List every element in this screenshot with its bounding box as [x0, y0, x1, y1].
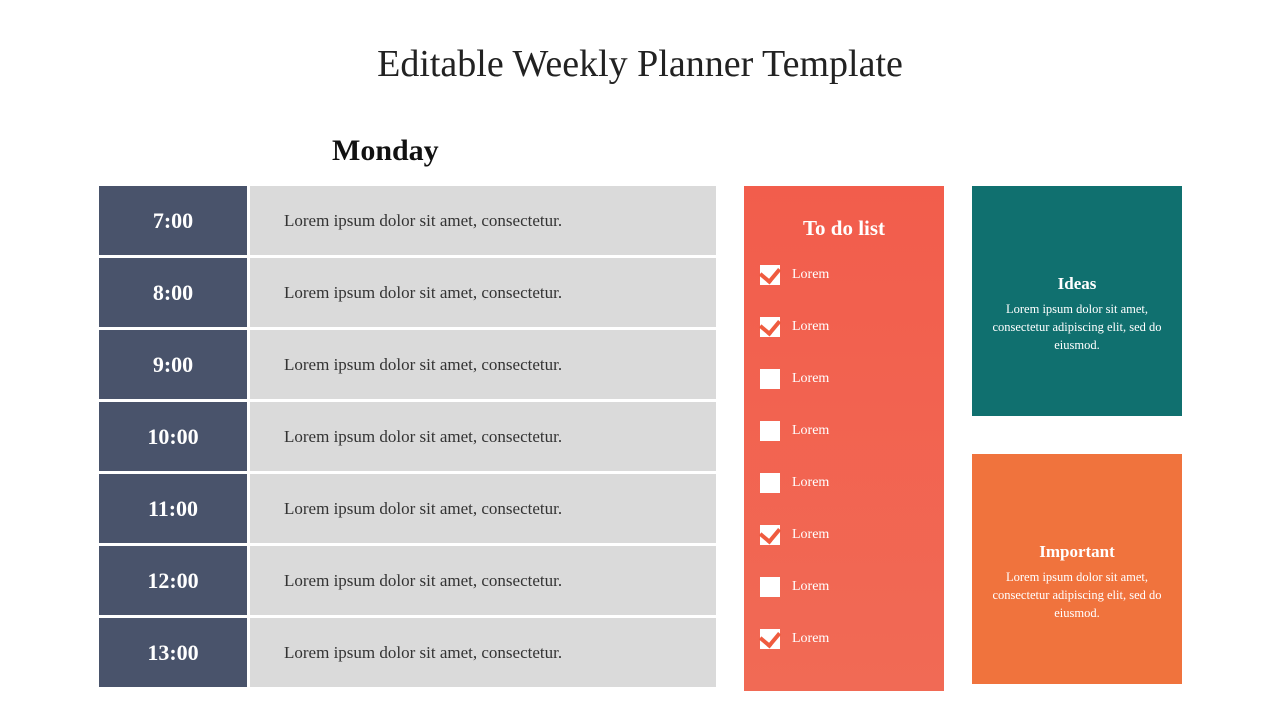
checkbox-icon[interactable] [760, 525, 780, 545]
todo-label: Lorem [792, 631, 829, 647]
checkbox-icon[interactable] [760, 473, 780, 493]
desc-cell[interactable]: Lorem ipsum dolor sit amet, consectetur. [250, 330, 716, 399]
desc-cell[interactable]: Lorem ipsum dolor sit amet, consectetur. [250, 618, 716, 687]
todo-label: Lorem [792, 267, 829, 283]
checkbox-icon[interactable] [760, 369, 780, 389]
time-cell[interactable]: 13:00 [99, 618, 247, 687]
todo-label: Lorem [792, 579, 829, 595]
todo-item: Lorem [760, 265, 928, 285]
schedule-table: 7:00Lorem ipsum dolor sit amet, consecte… [99, 186, 716, 691]
card-body: Lorem ipsum dolor sit amet, consectetur … [990, 300, 1164, 354]
card-title: Important [990, 542, 1164, 562]
todo-item: Lorem [760, 317, 928, 337]
important-card[interactable]: Important Lorem ipsum dolor sit amet, co… [972, 454, 1182, 684]
desc-cell[interactable]: Lorem ipsum dolor sit amet, consectetur. [250, 474, 716, 543]
todo-label: Lorem [792, 371, 829, 387]
time-cell[interactable]: 9:00 [99, 330, 247, 399]
time-cell[interactable]: 10:00 [99, 402, 247, 471]
content-area: 7:00Lorem ipsum dolor sit amet, consecte… [99, 186, 1182, 691]
todo-label: Lorem [792, 475, 829, 491]
ideas-card[interactable]: Ideas Lorem ipsum dolor sit amet, consec… [972, 186, 1182, 416]
time-cell[interactable]: 11:00 [99, 474, 247, 543]
table-row: 7:00Lorem ipsum dolor sit amet, consecte… [99, 186, 716, 255]
table-row: 11:00Lorem ipsum dolor sit amet, consect… [99, 474, 716, 543]
todo-label: Lorem [792, 423, 829, 439]
todo-panel: To do list Lorem Lorem Lorem Lorem Lorem… [744, 186, 944, 691]
desc-cell[interactable]: Lorem ipsum dolor sit amet, consectetur. [250, 186, 716, 255]
card-body: Lorem ipsum dolor sit amet, consectetur … [990, 568, 1164, 622]
todo-label: Lorem [792, 527, 829, 543]
todo-item: Lorem [760, 369, 928, 389]
table-row: 8:00Lorem ipsum dolor sit amet, consecte… [99, 258, 716, 327]
time-cell[interactable]: 12:00 [99, 546, 247, 615]
todo-title: To do list [760, 216, 928, 241]
table-row: 12:00Lorem ipsum dolor sit amet, consect… [99, 546, 716, 615]
right-column: Ideas Lorem ipsum dolor sit amet, consec… [972, 186, 1182, 691]
day-heading: Monday [332, 134, 439, 168]
time-cell[interactable]: 8:00 [99, 258, 247, 327]
todo-item: Lorem [760, 629, 928, 649]
todo-item: Lorem [760, 577, 928, 597]
table-row: 9:00Lorem ipsum dolor sit amet, consecte… [99, 330, 716, 399]
table-row: 10:00Lorem ipsum dolor sit amet, consect… [99, 402, 716, 471]
checkbox-icon[interactable] [760, 577, 780, 597]
desc-cell[interactable]: Lorem ipsum dolor sit amet, consectetur. [250, 258, 716, 327]
page-title: Editable Weekly Planner Template [0, 0, 1280, 86]
todo-item: Lorem [760, 421, 928, 441]
desc-cell[interactable]: Lorem ipsum dolor sit amet, consectetur. [250, 402, 716, 471]
checkbox-icon[interactable] [760, 265, 780, 285]
desc-cell[interactable]: Lorem ipsum dolor sit amet, consectetur. [250, 546, 716, 615]
checkbox-icon[interactable] [760, 317, 780, 337]
card-title: Ideas [990, 274, 1164, 294]
todo-label: Lorem [792, 319, 829, 335]
todo-item: Lorem [760, 473, 928, 493]
checkbox-icon[interactable] [760, 629, 780, 649]
checkbox-icon[interactable] [760, 421, 780, 441]
time-cell[interactable]: 7:00 [99, 186, 247, 255]
todo-item: Lorem [760, 525, 928, 545]
table-row: 13:00Lorem ipsum dolor sit amet, consect… [99, 618, 716, 687]
